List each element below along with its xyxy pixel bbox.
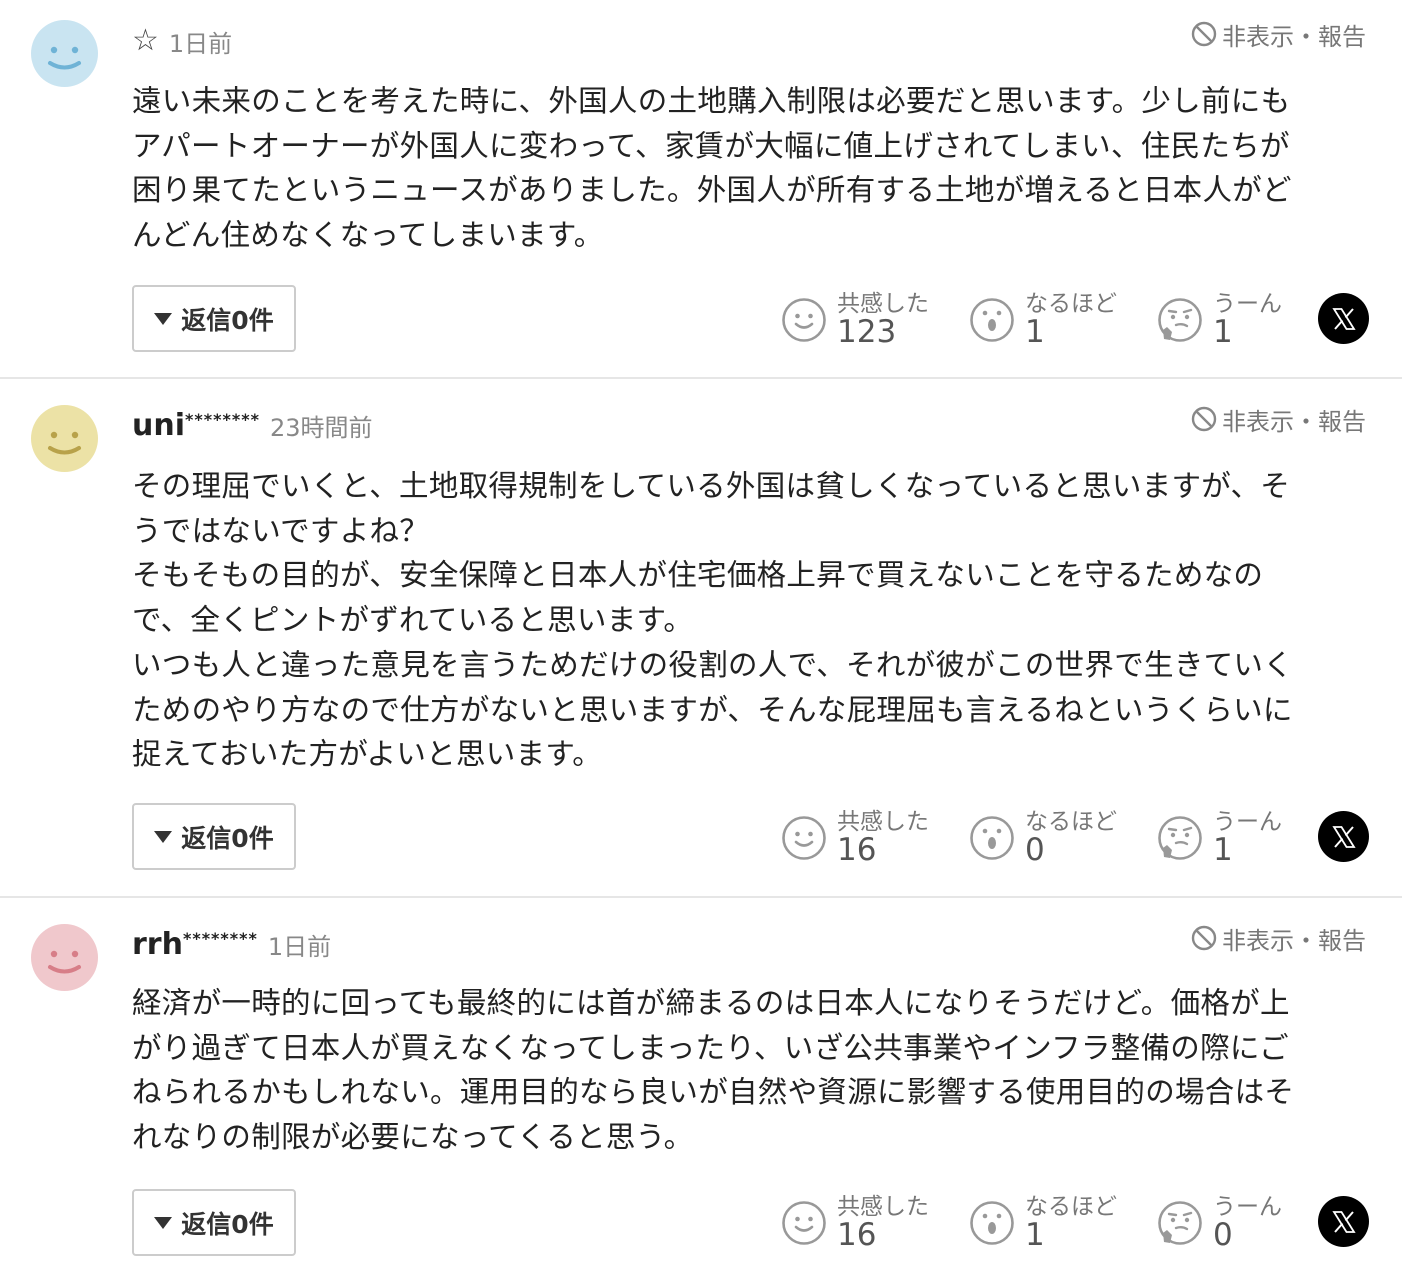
- comment-line: 遠い未来のことを考えた時に、外国人の土地購入制限は必要だと思います。少し前にも: [132, 84, 1291, 118]
- timestamp: 23時間前: [269, 413, 373, 442]
- surprised-face-icon: [970, 816, 1014, 860]
- comment-line: 捉えておいた方がよいと思います。: [132, 737, 603, 772]
- reaction-label: うーん: [1213, 291, 1282, 317]
- masked-username: ********: [185, 409, 260, 429]
- comment-meta: uni ******** 23時間前: [132, 405, 372, 445]
- hide-report-label: 非表示・報告: [1222, 926, 1366, 955]
- reaction-label: うーん: [1213, 809, 1282, 835]
- triangle-down-icon: [154, 312, 173, 325]
- reaction-count: 1: [1213, 314, 1233, 350]
- prohibit-icon: [1191, 21, 1217, 47]
- username[interactable]: rrh: [132, 927, 183, 962]
- avatar[interactable]: [31, 20, 98, 87]
- reaction-label: なるほど: [1025, 809, 1117, 835]
- comment-card: uni ******** 23時間前 非表示・報告 その理屈でいくと、土地取得規…: [0, 379, 1402, 895]
- reply-toggle-button[interactable]: 返信0件: [132, 803, 296, 870]
- comment-line: いつも人と違った意見を言うためだけの役割の人で、それが彼がこの世界で生きていく: [132, 647, 1294, 682]
- thinking-face-icon: [1158, 298, 1202, 342]
- reaction-count: 123: [837, 314, 897, 350]
- comment-line: で、全くピントがずれていると思います。: [132, 603, 694, 638]
- x-logo-icon: [1331, 307, 1356, 330]
- share-x-button[interactable]: [1318, 811, 1369, 862]
- prohibit-icon: [1191, 406, 1217, 432]
- surprised-face-icon: [970, 1201, 1014, 1245]
- triangle-down-icon: [154, 830, 173, 843]
- reply-label: 返信0件: [181, 305, 274, 335]
- prohibit-icon: [1191, 925, 1217, 951]
- comment-line: アパートオーナーが外国人に変わって、家賃が大幅に値上げされてしまい、住民たちが: [132, 128, 1290, 163]
- smile-icon: [782, 816, 826, 860]
- comment-body: 遠い未来のことを考えた時に、外国人の土地購入制限は必要だと思います。少し前にも …: [132, 79, 1362, 258]
- reply-toggle-button[interactable]: 返信0件: [132, 1189, 296, 1256]
- reaction-count: 16: [837, 832, 877, 868]
- timestamp: 1日前: [168, 29, 233, 58]
- reply-toggle-button[interactable]: 返信0件: [132, 285, 296, 352]
- share-x-button[interactable]: [1318, 293, 1369, 344]
- comment-line: そもそもの目的が、安全保障と日本人が住宅価格上昇で買えないことを守るためなの: [132, 558, 1264, 593]
- comment-line: んどん住めなくなってしまいます。: [132, 218, 604, 253]
- smile-icon: [782, 1201, 826, 1245]
- reaction-label: 共感した: [837, 1194, 929, 1220]
- thinking-face-icon: [1158, 816, 1202, 860]
- smiley-face-icon: [48, 431, 81, 455]
- thinking-face-icon: [1158, 1201, 1202, 1245]
- comment-line: うではないですよね？: [132, 513, 430, 548]
- username[interactable]: uni: [132, 408, 185, 443]
- reaction-label: なるほど: [1025, 1194, 1117, 1220]
- hide-report-label: 非表示・報告: [1222, 22, 1366, 51]
- reaction-count: 1: [1213, 832, 1233, 868]
- timestamp: 1日前: [267, 932, 332, 961]
- avatar[interactable]: [31, 924, 98, 991]
- reaction-label: 共感した: [837, 809, 929, 835]
- reply-label: 返信0件: [181, 823, 274, 853]
- comment-meta: rrh ******** 1日前: [132, 924, 331, 964]
- comment-line: ねられるかもしれない。運用目的なら良いが自然や資源に影響する使用目的の場合はそ: [132, 1075, 1295, 1110]
- comment-line: その理屈でいくと、土地取得規制をしている外国は貧しくなっていると思いますが、そ: [132, 469, 1291, 503]
- reaction-count: 0: [1213, 1217, 1233, 1253]
- comment-line: がり過ぎて日本人が買えなくなってしまったり、いざ公共事業やインフラ整備の際にご: [132, 1030, 1289, 1065]
- share-x-button[interactable]: [1318, 1196, 1369, 1247]
- reaction-count: 1: [1025, 314, 1045, 350]
- comment-line: 困り果てたというニュースがありました。外国人が所有する土地が増えると日本人がど: [132, 173, 1292, 208]
- comment-line: 経済が一時的に回っても最終的には首が締まるのは日本人になりそうだけど。価格が上: [132, 986, 1290, 1020]
- triangle-down-icon: [154, 1216, 173, 1229]
- x-logo-icon: [1331, 825, 1356, 848]
- reaction-count: 16: [837, 1217, 877, 1253]
- hide-report-link[interactable]: 非表示・報告: [1190, 16, 1366, 52]
- hide-report-label: 非表示・報告: [1222, 407, 1366, 436]
- comment-line: れなりの制限が必要になってくると思う。: [132, 1120, 694, 1155]
- reaction-label: うーん: [1213, 1194, 1282, 1220]
- x-logo-icon: [1331, 1210, 1356, 1233]
- reply-label: 返信0件: [181, 1209, 274, 1239]
- avatar[interactable]: [31, 405, 98, 472]
- reaction-count: 1: [1025, 1217, 1045, 1253]
- reaction-label: なるほど: [1025, 291, 1117, 317]
- comment-card: rrh ******** 1日前 非表示・報告 経済が一時的に回っても最終的には…: [0, 898, 1402, 1280]
- reaction-label: 共感した: [837, 291, 929, 317]
- smile-icon: [782, 298, 826, 342]
- star-icon[interactable]: ☆: [132, 26, 159, 56]
- hide-report-link[interactable]: 非表示・報告: [1190, 401, 1366, 437]
- comment-body: その理屈でいくと、土地取得規制をしている外国は貧しくなっていると思いますが、そ …: [132, 464, 1362, 777]
- smiley-face-icon: [48, 46, 81, 70]
- hide-report-link[interactable]: 非表示・報告: [1190, 920, 1366, 956]
- comment-line: ためのやり方なので仕方がないと思いますが、そんな屁理屈も言えるねというくらいに: [132, 692, 1293, 727]
- surprised-face-icon: [970, 298, 1014, 342]
- masked-username: ********: [182, 928, 258, 948]
- comment-body: 経済が一時的に回っても最終的には首が締まるのは日本人になりそうだけど。価格が上 …: [132, 981, 1362, 1160]
- smiley-face-icon: [48, 950, 81, 974]
- comment-meta: ☆ 1日前: [132, 21, 232, 61]
- comment-card: ☆ 1日前 非表示・報告 遠い未来のことを考えた時に、外国人の土地購入制限は必要…: [0, 0, 1402, 378]
- reaction-count: 0: [1025, 832, 1045, 868]
